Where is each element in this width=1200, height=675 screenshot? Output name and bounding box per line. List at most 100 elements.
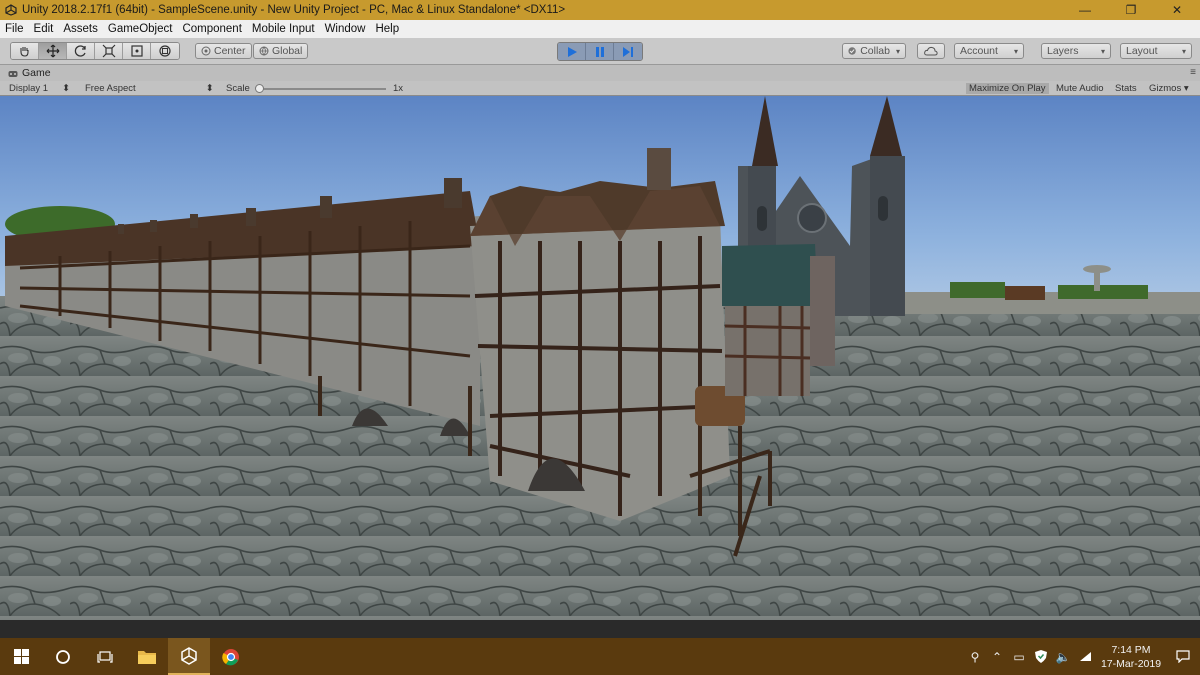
pause-button[interactable] [586,43,614,60]
play-button[interactable] [558,43,586,60]
file-explorer-button[interactable] [126,638,168,675]
unity-taskbar-button[interactable] [168,638,210,675]
window-title-bar: Unity 2018.2.17f1 (64bit) - SampleScene.… [0,0,1200,20]
scale-label: Scale [226,83,250,94]
gizmos-dropdown[interactable]: Gizmos ▾ [1149,83,1189,94]
game-options-bar: Display 1 ⬍ Free Aspect ⬍ Scale 1x Maximiz… [0,81,1200,96]
game-tab-bar: Game ≡ [0,65,1200,81]
space-label: Global [272,45,303,57]
pivot-label: Center [214,45,246,57]
menu-file[interactable]: File [0,23,29,35]
transform-tools [10,42,180,60]
task-view-icon [97,650,113,663]
chevron-updown-icon: ⬍ [205,83,214,94]
window-title: Unity 2018.2.17f1 (64bit) - SampleScene.… [22,4,566,16]
panel-menu-icon[interactable]: ≡ [1190,67,1196,78]
transform-tool-icon[interactable] [151,43,179,59]
layers-label: Layers [1047,45,1079,57]
maximize-on-play-toggle[interactable]: Maximize On Play [966,83,1049,94]
game-tab-label: Game [22,67,51,79]
chevron-down-icon: ▾ [1013,46,1018,56]
cortana-circle-icon [56,649,70,664]
aspect-label: Free Aspect [85,83,136,94]
scale-slider-thumb[interactable] [255,84,264,93]
chevron-down-icon: ▾ [1100,46,1105,56]
wifi-icon[interactable] [1074,651,1096,662]
editor-bottom-strip [0,620,1200,638]
cloud-button[interactable] [917,43,945,59]
global-icon [259,46,269,56]
collab-button[interactable]: Collab ▾ [842,43,906,59]
defender-shield-icon[interactable] [1030,650,1052,663]
menu-help[interactable]: Help [370,23,404,35]
minimize-button[interactable]: — [1062,0,1108,20]
clock-date: 17-Mar-2019 [1100,657,1162,670]
pivot-icon [201,46,211,56]
chrome-icon [222,648,239,665]
menu-bar: File Edit Assets GameObject Component Mo… [0,20,1200,38]
gizmos-label: Gizmos [1149,83,1182,94]
collab-label: Collab [860,45,890,57]
account-dropdown[interactable]: Account ▾ [954,43,1024,59]
close-button[interactable]: ✕ [1154,0,1200,20]
chrome-taskbar-button[interactable] [210,638,252,675]
windows-logo-icon [13,649,29,664]
folder-icon [138,651,156,664]
game-viewport[interactable] [0,96,1200,620]
maximize-button[interactable]: ❐ [1108,0,1154,20]
chevron-down-icon: ▾ [1183,83,1189,94]
unity-logo-icon [4,3,18,17]
game-scene-render [0,96,1200,620]
stats-toggle[interactable]: Stats [1115,83,1137,94]
mute-audio-toggle[interactable]: Mute Audio [1056,83,1104,94]
layout-label: Layout [1126,45,1158,57]
move-tool-icon[interactable] [39,43,67,59]
system-tray: ⚲ ⌃ ▭ 🔈 7:14 PM 17-Mar-2019 [964,638,1200,675]
cloud-icon [924,46,938,56]
rotate-tool-icon[interactable] [67,43,95,59]
collab-check-icon [848,47,856,55]
chevron-up-icon[interactable]: ⌃ [986,650,1008,664]
step-icon [623,46,633,57]
display-dropdown[interactable]: Display 1 ⬍ [9,83,70,94]
scale-value: 1x [393,83,404,94]
network-icon[interactable]: ▭ [1008,650,1030,664]
menu-edit[interactable]: Edit [29,23,59,35]
menu-component[interactable]: Component [177,23,246,35]
clock-time: 7:14 PM [1111,643,1151,656]
hand-tool-icon[interactable] [11,43,39,59]
windows-start-button[interactable] [0,638,42,675]
unity-logo-icon [181,646,197,665]
task-view-button[interactable] [84,638,126,675]
display-label: Display 1 [9,83,49,94]
action-center-icon[interactable] [1166,650,1200,663]
layout-dropdown[interactable]: Layout ▾ [1120,43,1192,59]
main-toolbar: Center Global Collab ▾ Account ▾ Layers ▾ L… [0,38,1200,65]
chevron-updown-icon: ⬍ [62,83,71,94]
space-toggle[interactable]: Global [253,43,309,59]
step-button[interactable] [614,43,642,60]
clock[interactable]: 7:14 PM 17-Mar-2019 [1096,643,1166,671]
pause-icon [595,46,604,57]
pivot-toggle[interactable]: Center [195,43,252,59]
play-icon [567,46,577,57]
rect-tool-icon[interactable] [123,43,151,59]
chevron-down-icon: ▾ [1181,46,1186,56]
tab-game[interactable]: Game [0,67,59,79]
menu-gameobject[interactable]: GameObject [103,23,178,35]
volume-icon[interactable]: 🔈 [1052,650,1074,664]
scale-tool-icon[interactable] [95,43,123,59]
layers-dropdown[interactable]: Layers ▾ [1041,43,1111,59]
aspect-dropdown[interactable]: Free Aspect ⬍ [85,83,214,94]
windows-taskbar: ⚲ ⌃ ▭ 🔈 7:14 PM 17-Mar-2019 [0,638,1200,675]
people-icon[interactable]: ⚲ [964,650,986,664]
menu-mobile-input[interactable]: Mobile Input [247,23,320,35]
chevron-down-icon: ▾ [895,46,900,56]
playback-controls [557,42,643,61]
menu-assets[interactable]: Assets [58,23,103,35]
game-tab-icon [8,70,18,77]
scale-slider-track[interactable] [256,88,386,90]
account-label: Account [960,45,998,57]
cortana-search-button[interactable] [42,638,84,675]
menu-window[interactable]: Window [320,23,371,35]
